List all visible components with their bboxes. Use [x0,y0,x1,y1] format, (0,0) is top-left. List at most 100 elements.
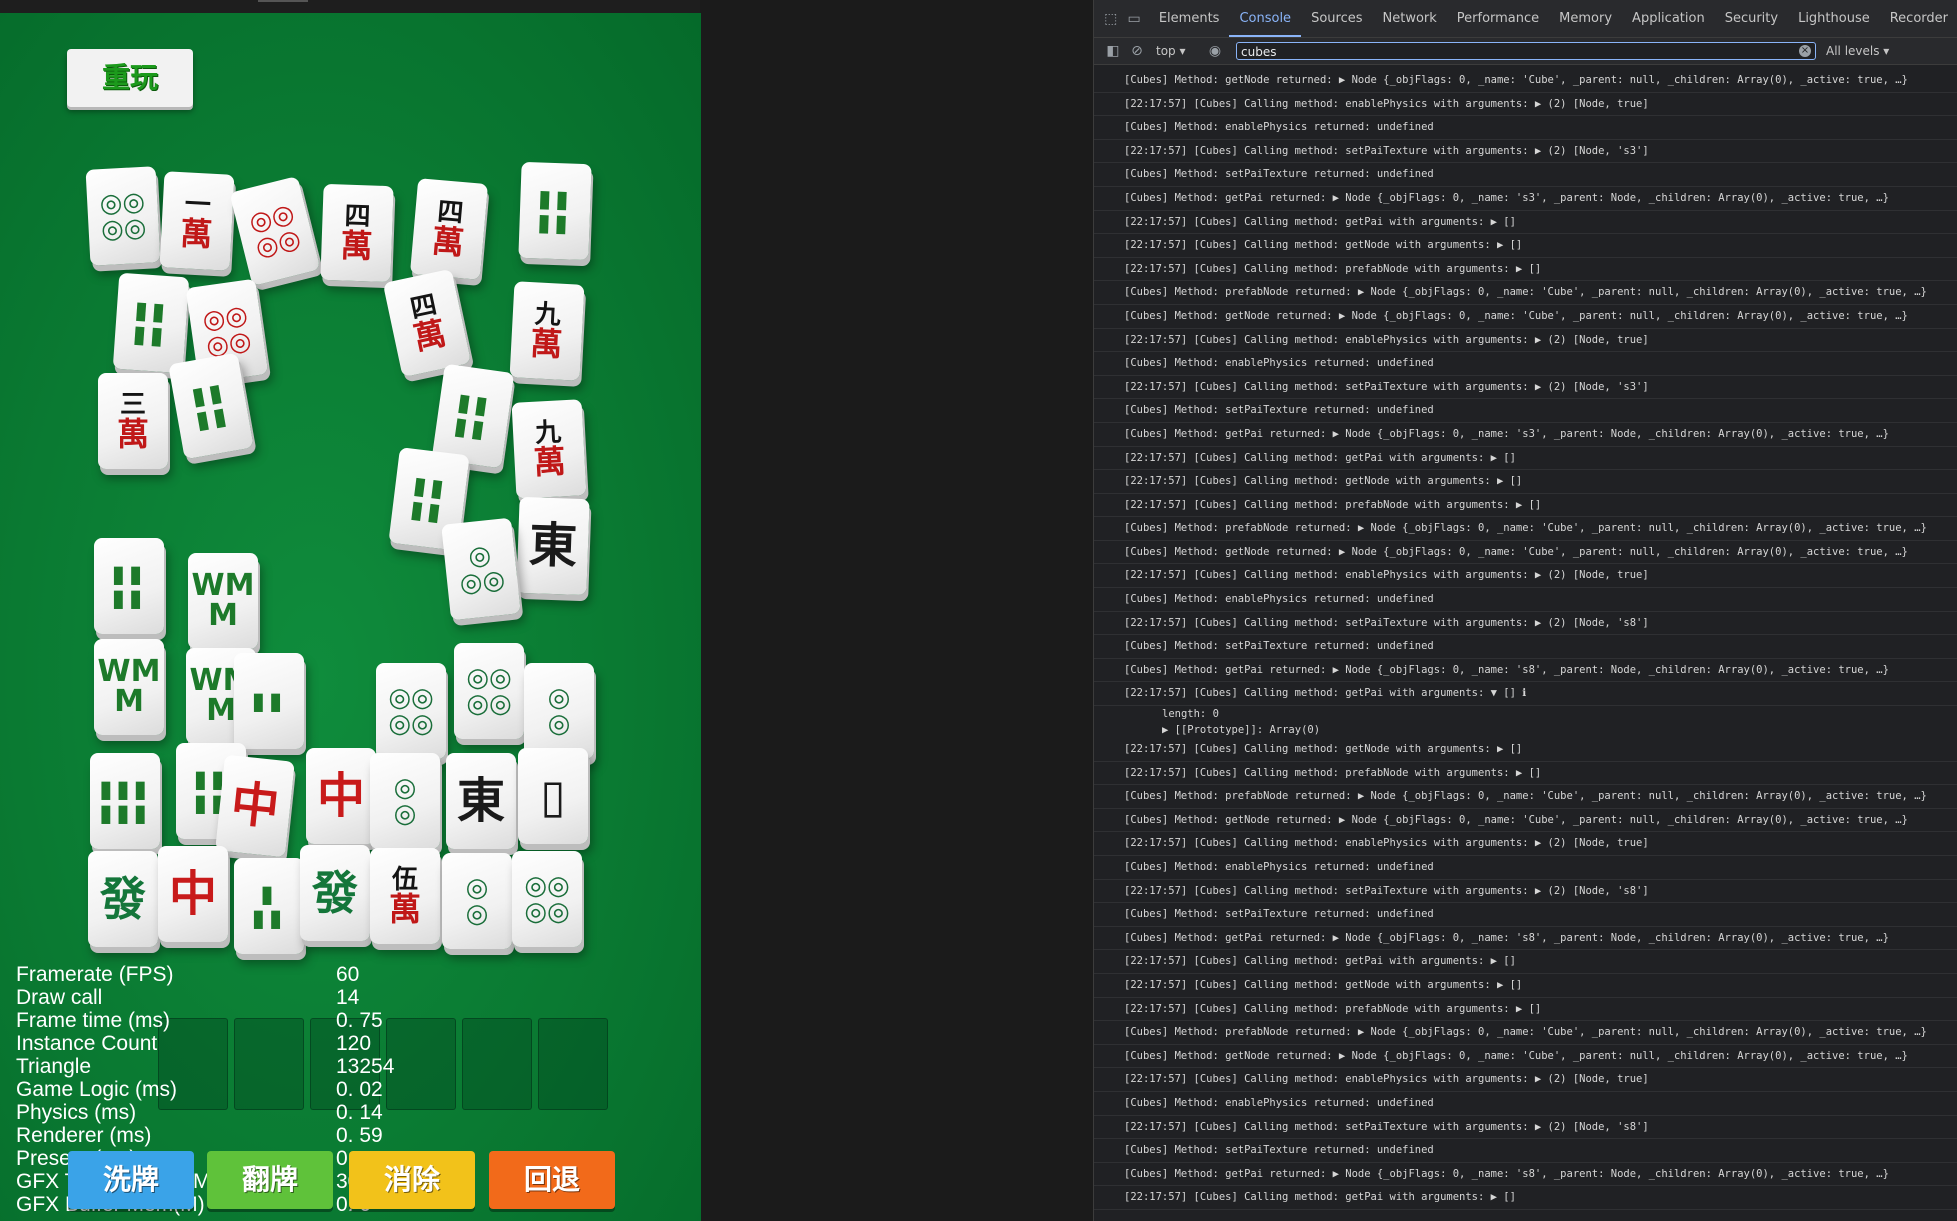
tile-pin[interactable]: ◎◎ ◎◎ [454,643,524,739]
console-log-line[interactable]: [22:17:57] [Cubes] Calling method: getNo… [1094,470,1957,494]
flip-button[interactable]: 翻牌 [207,1151,333,1209]
console-log-line[interactable]: [22:17:57] [Cubes] Calling method: setPa… [1094,376,1957,400]
tile-man[interactable]: 四萬 [320,183,394,283]
console-log-line[interactable]: [Cubes] Method: getPai returned: ▶ Node … [1094,659,1957,683]
tile-chun[interactable]: 中 [306,748,376,844]
console-expanded-property[interactable]: ▶ [[Prototype]]: Array(0) [1094,722,1957,738]
tile-pin[interactable]: ◎ ◎ [442,853,512,949]
console-log-line[interactable]: [Cubes] Method: setPaiTexture returned: … [1094,903,1957,927]
tab-lighthouse[interactable]: Lighthouse [1788,0,1880,37]
tile-wmm[interactable]: WM M [94,639,164,735]
console-log-line[interactable]: [22:17:57] [Cubes] Calling method: prefa… [1094,998,1957,1022]
console-log-line[interactable]: [Cubes] Method: getPai returned: ▶ Node … [1094,423,1957,447]
tile-sou[interactable]: ▮▮ [234,653,304,749]
tab-network[interactable]: Network [1373,0,1447,37]
device-toolbar-icon[interactable]: ▭ [1127,8,1141,30]
console-log-line[interactable]: [Cubes] Method: getNode returned: ▶ Node… [1094,1045,1957,1069]
console-log-line[interactable]: [22:17:57] [Cubes] Calling method: setPa… [1094,880,1957,904]
console-expanded-property[interactable]: length: 0 [1094,706,1957,722]
console-log-line[interactable]: [Cubes] Method: enablePhysics returned: … [1094,116,1957,140]
console-log-line[interactable]: [22:17:57] [Cubes] Calling method: setPa… [1094,1116,1957,1140]
console-log-line[interactable]: [Cubes] Method: getNode returned: ▶ Node… [1094,305,1957,329]
tab-memory[interactable]: Memory [1549,0,1622,37]
undo-button[interactable]: 回退 [489,1151,615,1209]
game-canvas[interactable]: 重玩 ◎◎ ◎◎ 一萬 ◎◎ ◎◎ 四萬 四萬 ▮▮ ▮▮ ▮▮ ▮▮ ◎◎ ◎◎ 四萬 … [0,13,701,1221]
clear-console-icon[interactable]: ⊘ [1126,40,1148,62]
console-log-line[interactable]: [22:17:57] [Cubes] Calling method: enabl… [1094,329,1957,353]
tile-man[interactable]: 四萬 [409,178,489,280]
tile-man[interactable]: 九萬 [511,399,587,499]
tab-console[interactable]: Console [1229,0,1302,37]
tab-security[interactable]: Security [1715,0,1788,37]
tile-pin[interactable]: ◎◎ ◎◎ [85,166,161,266]
clear-filter-icon[interactable]: × [1799,45,1811,57]
console-log-line[interactable]: [22:17:57] [Cubes] Calling method: setPa… [1094,612,1957,636]
console-log-line[interactable]: [Cubes] Method: prefabNode returned: ▶ N… [1094,1021,1957,1045]
tile-pin[interactable]: ◎◎ ◎◎ [512,851,582,947]
tile-man[interactable]: 九萬 [509,281,585,381]
console-log-line[interactable]: [22:17:57] [Cubes] Calling method: getNo… [1094,738,1957,762]
console-log-line[interactable]: [22:17:57] [Cubes] Calling method: getPa… [1094,211,1957,235]
tab-recorder[interactable]: Recorder [1880,0,1957,37]
console-log-line[interactable]: [Cubes] Method: setPaiTexture returned: … [1094,1139,1957,1163]
console-log-line[interactable]: [Cubes] Method: setPaiTexture returned: … [1094,635,1957,659]
eye-icon[interactable]: ◉ [1204,40,1226,62]
tile-man[interactable]: 一萬 [159,171,235,271]
tile-pin[interactable]: ◎ ◎ [524,663,594,759]
console-log-line[interactable]: [Cubes] Method: prefabNode returned: ▶ N… [1094,517,1957,541]
console-log-line[interactable]: [22:17:57] [Cubes] Calling method: getNo… [1094,974,1957,998]
tile-east[interactable]: 東 [446,753,516,849]
console-log-line[interactable]: [22:17:57] [Cubes] Calling method: prefa… [1094,258,1957,282]
sidebar-toggle-icon[interactable]: ◧ [1102,40,1124,62]
tile-pin[interactable]: ◎◎ ◎◎ [229,175,321,287]
tile-wmm[interactable]: WM M [188,553,258,649]
console-log-line[interactable]: [22:17:57] [Cubes] Calling method: getNo… [1094,234,1957,258]
console-log-line[interactable]: [22:17:57] [Cubes] Calling method: getPa… [1094,950,1957,974]
tile-chun[interactable]: 中 [158,846,228,942]
tab-application[interactable]: Application [1622,0,1715,37]
eliminate-button[interactable]: 消除 [349,1151,475,1209]
tile-pin[interactable]: ◎◎ ◎◎ [376,663,446,759]
tile-sou[interactable]: ▮▮ ▮▮ [518,161,592,261]
console-log-line[interactable]: [Cubes] Method: prefabNode returned: ▶ N… [1094,281,1957,305]
tile-east[interactable]: 東 [516,496,590,596]
console-log-line[interactable]: [Cubes] Method: enablePhysics returned: … [1094,588,1957,612]
inspect-icon[interactable]: ⬚ [1104,8,1117,30]
replay-button[interactable]: 重玩 [67,49,193,107]
console-log-line[interactable]: [22:17:57] [Cubes] Calling method: enabl… [1094,93,1957,117]
console-log-line[interactable]: [Cubes] Method: setPaiTexture returned: … [1094,163,1957,187]
console-log-line[interactable]: [Cubes] Method: getPai returned: ▶ Node … [1094,927,1957,951]
console-log-line[interactable]: [22:17:57] [Cubes] Calling method: enabl… [1094,832,1957,856]
console-log-line[interactable]: [Cubes] Method: prefabNode returned: ▶ N… [1094,785,1957,809]
console-log-line[interactable]: [Cubes] Method: getNode returned: ▶ Node… [1094,541,1957,565]
console-log-line[interactable]: [22:17:57] [Cubes] Calling method: enabl… [1094,1068,1957,1092]
tile-pin[interactable]: ◎ ◎◎ [441,517,521,621]
tab-sources[interactable]: Sources [1301,0,1372,37]
tile-pin[interactable]: ◎ ◎ [370,753,440,849]
console-log-line[interactable]: [22:17:57] [Cubes] Calling method: getPa… [1094,1186,1957,1210]
log-levels-dropdown[interactable]: All levels ▾ [1826,44,1889,58]
context-selector[interactable]: top ▾ [1156,44,1200,58]
tile-sou[interactable]: ▮▮▮ ▮▮▮ [90,753,160,849]
tile-chun[interactable]: 中 [215,754,295,858]
console-log-line[interactable]: [22:17:57] [Cubes] Calling method: enabl… [1094,564,1957,589]
console-log-line[interactable]: [Cubes] Method: enablePhysics returned: … [1094,352,1957,376]
tab-performance[interactable]: Performance [1447,0,1549,37]
tile-sou[interactable]: ▮▮ ▮▮ [94,538,164,634]
console-log-line[interactable]: [Cubes] Method: getNode returned: ▶ Node… [1094,809,1957,833]
console-log-line[interactable]: [Cubes] Method: setPaiTexture returned: … [1094,399,1957,423]
console-log-line[interactable]: [Cubes] Method: getPai returned: ▶ Node … [1094,187,1957,211]
shuffle-button[interactable]: 洗牌 [68,1151,194,1209]
console-log-line[interactable]: [22:17:57] [Cubes] Calling method: prefa… [1094,762,1957,786]
tile-hatsu[interactable]: 發 [88,851,158,947]
console-log-line[interactable]: [22:17:57] [Cubes] Calling method: getPa… [1094,447,1957,471]
tile-hatsu[interactable]: 發 [300,845,370,941]
console-log-line[interactable]: [Cubes] Method: getNode returned: ▶ Node… [1094,69,1957,93]
console-log-line[interactable]: [Cubes] Method: enablePhysics returned: … [1094,1092,1957,1116]
tile-sou[interactable]: ▮▮ ▮▮ [112,272,190,374]
tile-man[interactable]: 伍萬 [370,848,440,944]
console-log-line[interactable]: [Cubes] Method: enablePhysics returned: … [1094,856,1957,880]
console-log-line[interactable]: [22:17:57] [Cubes] Calling method: setPa… [1094,140,1957,164]
console-log-line[interactable]: [22:17:57] [Cubes] Calling method: getPa… [1094,682,1957,707]
console-output[interactable]: [Cubes] Method: getNode returned: ▶ Node… [1094,65,1957,1210]
